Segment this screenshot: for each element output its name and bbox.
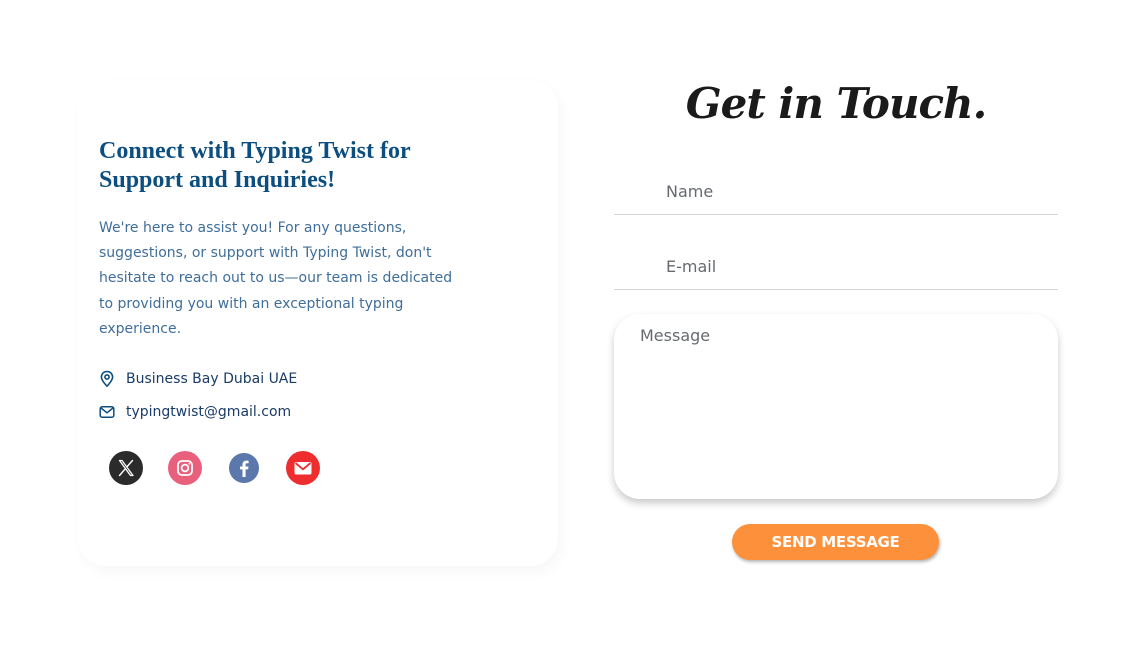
contact-description: We're here to assist you! For any questi… [99, 220, 453, 337]
facebook-link[interactable] [227, 451, 261, 485]
instagram-link[interactable] [168, 451, 202, 485]
email-link[interactable] [286, 451, 320, 485]
map-pin-icon [99, 370, 126, 388]
email-text[interactable]: typingtwist@gmail.com [126, 404, 291, 420]
instagram-icon [168, 451, 202, 485]
email-input[interactable] [614, 244, 1058, 289]
email-icon [286, 451, 320, 485]
facebook-icon [227, 451, 261, 485]
message-box [614, 314, 1058, 499]
email-field-wrapper [614, 244, 1058, 290]
contact-heading: Connect with Typing Twist for Support an… [99, 138, 411, 193]
message-input[interactable] [614, 314, 1058, 499]
x-icon [109, 451, 143, 485]
send-message-button[interactable]: SEND MESSAGE [732, 524, 939, 560]
mail-icon [99, 405, 126, 419]
name-input[interactable] [614, 169, 1058, 214]
form-title: Get in Touch. [685, 79, 987, 128]
x-link[interactable] [109, 451, 143, 485]
location-text: Business Bay Dubai UAE [126, 371, 298, 387]
location-row: Business Bay Dubai UAE [99, 370, 297, 388]
email-row: typingtwist@gmail.com [99, 404, 291, 420]
name-field-wrapper [614, 169, 1058, 215]
